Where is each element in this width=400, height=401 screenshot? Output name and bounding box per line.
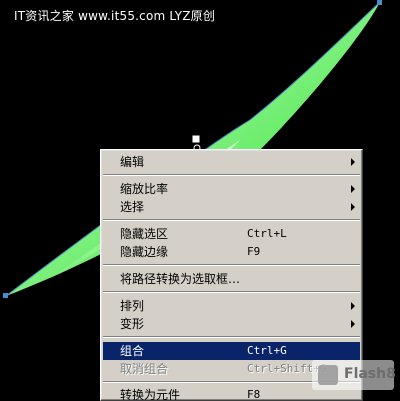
- menu-item-hide-edges[interactable]: 隐藏边缘 F9: [103, 243, 360, 261]
- menu-item-label: 变形: [120, 317, 145, 331]
- menu-item-label: 转换为元件: [120, 388, 181, 401]
- submenu-arrow-icon: [351, 185, 355, 193]
- menu-item-shortcut: F9: [247, 245, 261, 258]
- menu-separator: [103, 291, 360, 293]
- menu-item-shortcut: Ctrl+L: [247, 227, 287, 240]
- anchor-point-left[interactable]: [3, 293, 8, 298]
- watermark-text: IT资讯之家 www.it55.com LYZ原创: [14, 9, 216, 23]
- menu-item-label: 排列: [120, 299, 145, 313]
- menu-item-shortcut: Ctrl+G: [247, 344, 287, 357]
- menu-item-zoom[interactable]: 缩放比率: [103, 180, 360, 198]
- menu-separator: [103, 336, 360, 338]
- submenu-arrow-icon: [351, 320, 355, 328]
- transform-handle[interactable]: [191, 134, 201, 144]
- menu-item-label: 编辑: [120, 155, 145, 169]
- menu-item-label: 隐藏选区: [120, 227, 169, 241]
- anchor-point-top[interactable]: [377, 0, 382, 5]
- menu-item-label: 将路径转换为选取框…: [120, 272, 241, 286]
- menu-separator: [103, 264, 360, 266]
- submenu-arrow-icon: [351, 302, 355, 310]
- submenu-arrow-icon: [351, 158, 355, 166]
- menu-item-group[interactable]: 组合 Ctrl+G: [103, 342, 360, 360]
- menu-item-arrange[interactable]: 排列: [103, 297, 360, 315]
- menu-item-path-to-marquee[interactable]: 将路径转换为选取框…: [103, 270, 360, 288]
- menu-item-label: 选择: [120, 200, 145, 214]
- menu-item-label: 缩放比率: [120, 182, 169, 196]
- menu-item-transform[interactable]: 变形: [103, 315, 360, 333]
- menu-separator: [103, 219, 360, 221]
- menu-separator: [103, 174, 360, 176]
- submenu-arrow-icon: [351, 203, 355, 211]
- flash-logo-icon: [318, 365, 338, 385]
- menu-item-label: 隐藏边缘: [120, 245, 169, 259]
- menu-item-label: 取消组合: [120, 362, 169, 376]
- menu-item-label: 组合: [120, 344, 145, 358]
- flash-logo: Flash8: [312, 360, 396, 390]
- menu-item-hide-selection[interactable]: 隐藏选区 Ctrl+L: [103, 225, 360, 243]
- menu-item-select[interactable]: 选择: [103, 198, 360, 216]
- logo-text: Flash8: [344, 366, 396, 382]
- menu-item-shortcut: F8: [247, 388, 261, 401]
- menu-item-edit[interactable]: 编辑: [103, 153, 360, 171]
